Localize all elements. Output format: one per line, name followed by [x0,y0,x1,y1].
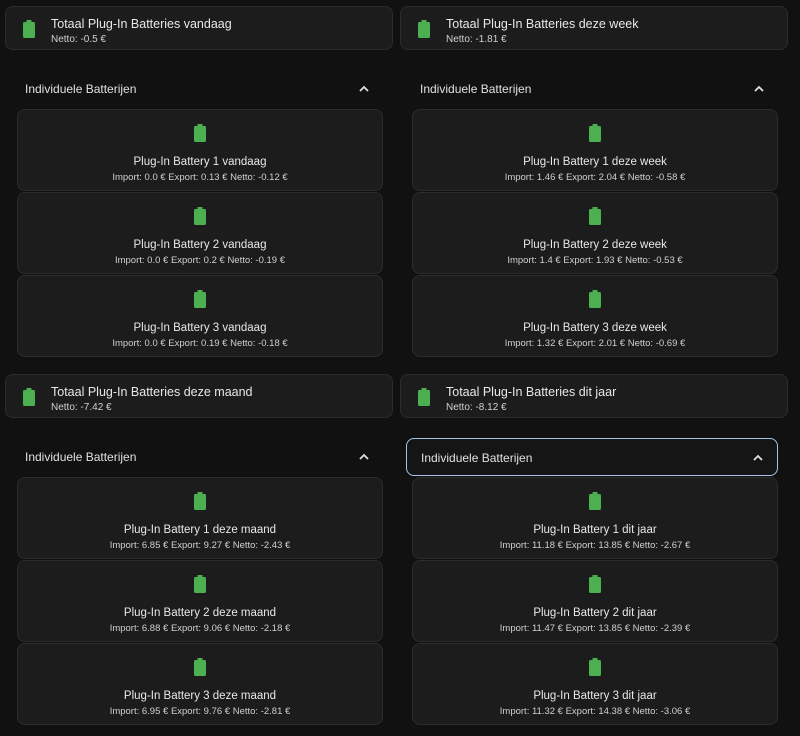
battery-icon [589,492,601,515]
battery-stats: Import: 0.0 € Export: 0.13 € Netto: -0.1… [112,172,288,183]
summary-netto: Netto: -1.81 € [446,34,507,45]
battery-card-3[interactable]: Plug-In Battery 3 vandaag Import: 0.0 € … [17,275,383,357]
summary-title: Totaal Plug-In Batteries deze maand [51,385,253,399]
battery-title: Plug-In Battery 1 deze week [523,156,667,168]
battery-title: Plug-In Battery 3 dit jaar [533,690,657,702]
summary-card-dit-jaar[interactable]: Totaal Plug-In Batteries dit jaar Netto:… [400,374,788,418]
battery-stats: Import: 1.4 € Export: 1.93 € Netto: -0.5… [507,255,683,266]
battery-stats: Import: 11.18 € Export: 13.85 € Netto: -… [499,540,691,551]
battery-stats: Import: 6.85 € Export: 9.27 € Netto: -2.… [109,540,291,551]
battery-stats: Import: 1.32 € Export: 2.01 € Netto: -0.… [504,338,686,349]
expander-title: Individuele Batterijen [420,82,532,96]
expander-individuele-batterijen[interactable]: Individuele Batterijen [406,438,778,476]
chevron-up-icon [751,451,765,465]
summary-card-deze-week[interactable]: Totaal Plug-In Batteries deze week Netto… [400,6,788,50]
battery-card-1[interactable]: Plug-In Battery 1 vandaag Import: 0.0 € … [17,109,383,191]
battery-stats: Import: 1.46 € Export: 2.04 € Netto: -0.… [504,172,686,183]
expander-individuele-batterijen[interactable]: Individuele Batterijen [11,438,383,476]
battery-title: Plug-In Battery 3 vandaag [133,322,267,334]
battery-card-1[interactable]: Plug-In Battery 1 deze maand Import: 6.8… [17,477,383,559]
battery-title: Plug-In Battery 1 deze maand [123,524,277,536]
battery-card-2[interactable]: Plug-In Battery 2 deze maand Import: 6.8… [17,560,383,642]
battery-card-1[interactable]: Plug-In Battery 1 dit jaar Import: 11.18… [412,477,778,559]
summary-card-vandaag[interactable]: Totaal Plug-In Batteries vandaag Netto: … [5,6,393,50]
summary-netto: Netto: -8.12 € [446,402,507,413]
chevron-up-icon [357,450,371,464]
battery-icon [418,388,430,411]
battery-icon [194,290,206,313]
battery-title: Plug-In Battery 3 deze maand [123,690,277,702]
battery-card-2[interactable]: Plug-In Battery 2 vandaag Import: 0.0 € … [17,192,383,274]
battery-title: Plug-In Battery 2 deze week [523,239,667,251]
battery-icon [23,388,35,411]
expander-individuele-batterijen[interactable]: Individuele Batterijen [11,70,383,108]
battery-icon [589,290,601,313]
battery-stats: Import: 11.47 € Export: 13.85 € Netto: -… [499,623,691,634]
summary-title: Totaal Plug-In Batteries vandaag [51,17,232,31]
expander-title: Individuele Batterijen [25,450,137,464]
battery-stats: Import: 0.0 € Export: 0.2 € Netto: -0.19… [114,255,286,266]
battery-title: Plug-In Battery 2 dit jaar [533,607,657,619]
battery-title: Plug-In Battery 1 vandaag [133,156,267,168]
battery-icon [418,20,430,43]
battery-stats: Import: 0.0 € Export: 0.19 € Netto: -0.1… [112,338,288,349]
battery-icon [589,658,601,681]
battery-icon [589,207,601,230]
battery-icon [194,207,206,230]
battery-stats: Import: 6.95 € Export: 9.76 € Netto: -2.… [109,706,291,717]
battery-card-2[interactable]: Plug-In Battery 2 dit jaar Import: 11.47… [412,560,778,642]
battery-icon [194,492,206,515]
battery-title: Plug-In Battery 3 deze week [523,322,667,334]
battery-icon [589,124,601,147]
battery-icon [194,658,206,681]
expander-title: Individuele Batterijen [421,451,533,465]
battery-stats: Import: 11.32 € Export: 14.38 € Netto: -… [499,706,691,717]
battery-icon [194,124,206,147]
chevron-up-icon [752,82,766,96]
battery-stats: Import: 6.88 € Export: 9.06 € Netto: -2.… [109,623,291,634]
battery-card-3[interactable]: Plug-In Battery 3 deze maand Import: 6.9… [17,643,383,725]
summary-netto: Netto: -0.5 € [51,34,107,45]
battery-title: Plug-In Battery 2 vandaag [133,239,267,251]
summary-title: Totaal Plug-In Batteries dit jaar [446,385,617,399]
battery-title: Plug-In Battery 1 dit jaar [533,524,657,536]
battery-card-3[interactable]: Plug-In Battery 3 deze week Import: 1.32… [412,275,778,357]
chevron-up-icon [357,82,371,96]
battery-icon [23,20,35,43]
summary-card-deze-maand[interactable]: Totaal Plug-In Batteries deze maand Nett… [5,374,393,418]
battery-card-1[interactable]: Plug-In Battery 1 deze week Import: 1.46… [412,109,778,191]
summary-title: Totaal Plug-In Batteries deze week [446,17,639,31]
battery-card-2[interactable]: Plug-In Battery 2 deze week Import: 1.4 … [412,192,778,274]
battery-card-3[interactable]: Plug-In Battery 3 dit jaar Import: 11.32… [412,643,778,725]
expander-title: Individuele Batterijen [25,82,137,96]
battery-title: Plug-In Battery 2 deze maand [123,607,277,619]
battery-icon [194,575,206,598]
expander-individuele-batterijen[interactable]: Individuele Batterijen [406,70,778,108]
battery-icon [589,575,601,598]
summary-netto: Netto: -7.42 € [51,402,112,413]
